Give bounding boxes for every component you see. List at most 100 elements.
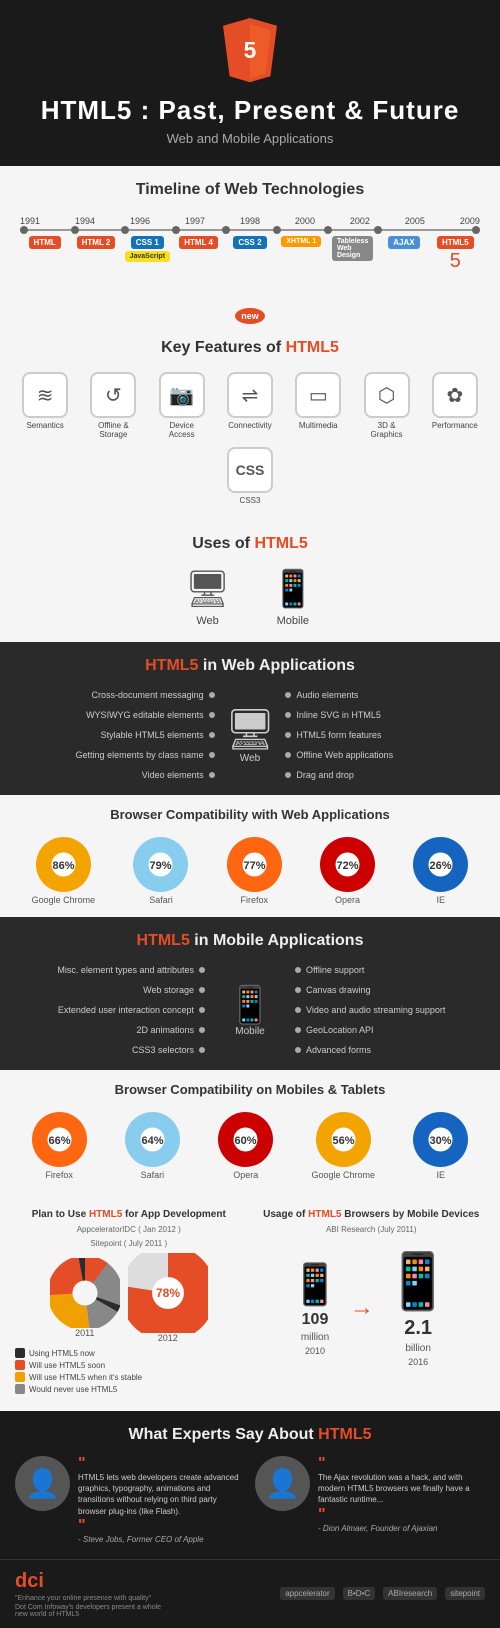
browser-compat-mobile-title: Browser Compatibility on Mobiles & Table… — [15, 1082, 485, 1097]
connectivity-icon: ⇌ — [227, 372, 273, 418]
web-feature-5: Video elements — [20, 770, 215, 780]
usage-title: Usage of HTML5 Browsers by Mobile Device… — [258, 1209, 486, 1220]
quote2-end-icon: " — [318, 1506, 485, 1524]
firefox-icon: 77% — [227, 837, 282, 892]
plan-usage-section: Plan to Use HTML5 for App Development Ap… — [0, 1192, 500, 1411]
web-apps-section: HTML5 in Web Applications Cross-document… — [0, 642, 500, 795]
feature-connectivity: ⇌ Connectivity — [224, 372, 276, 439]
svg-text:60%: 60% — [235, 1135, 257, 1147]
semantics-icon: ≋ — [22, 372, 68, 418]
web-feature-r1: Audio elements — [285, 690, 480, 700]
tag-html4: HTML 4 — [179, 236, 218, 249]
svg-text:5: 5 — [244, 37, 257, 63]
year-2005: 2005 — [405, 216, 425, 226]
legend-item-2: Will use HTML5 soon — [15, 1360, 243, 1370]
legend-color-3 — [15, 1372, 25, 1382]
mobile-center: 📱 Mobile — [210, 984, 290, 1037]
browser-compat-web-section: Browser Compatibility with Web Applicati… — [0, 795, 500, 917]
key-features-section: new Key Features of HTML5 ≋ Semantics ↺ … — [0, 291, 500, 525]
pie-2012-year: 2012 — [158, 1333, 178, 1343]
browser-safari-mobile: 64% Safari — [125, 1112, 180, 1180]
device-access-icon: 📷 — [159, 372, 205, 418]
usage-col: Usage of HTML5 Browsers by Mobile Device… — [253, 1204, 491, 1399]
svg-text:56%: 56% — [332, 1135, 354, 1147]
footer: dci "Enhance your online presence with q… — [0, 1559, 500, 1628]
brand-bdc: B•D•C — [343, 1587, 376, 1600]
web-feature-r2: Inline SVG in HTML5 — [285, 710, 480, 720]
browser-opera-mobile: 60% Opera — [218, 1112, 273, 1180]
tag-ajax: AJAX — [388, 236, 419, 249]
feature-3d-graphics-label: 3D & Graphics — [361, 421, 413, 439]
legend-item-3: Will use HTML5 when it's stable — [15, 1372, 243, 1382]
experts-title: What Experts Say About HTML5 — [15, 1426, 485, 1444]
quote-start-icon: " — [78, 1456, 245, 1472]
performance-icon: ✿ — [432, 372, 478, 418]
header-title: HTML5 : Past, Present & Future — [10, 95, 490, 126]
legend-color-1 — [15, 1348, 25, 1358]
mobile-feature-r2: Canvas drawing — [295, 985, 480, 995]
mobile-feature-4: 2D animations — [20, 1025, 205, 1035]
opera-mobile-name: Opera — [233, 1170, 258, 1180]
expert-almaer: 👤 " The Ajax revolution was a hack, and … — [255, 1456, 485, 1544]
svg-text:66%: 66% — [48, 1135, 70, 1147]
plan-usage-row: Plan to Use HTML5 for App Development Ap… — [10, 1204, 490, 1399]
multimedia-icon: ▭ — [295, 372, 341, 418]
use-web: 🖥 Web — [185, 568, 231, 627]
feature-multimedia: ▭ Multimedia — [292, 372, 344, 439]
web-feature-1: Cross-document messaging — [20, 690, 215, 700]
plan-col: Plan to Use HTML5 for App Development Ap… — [10, 1204, 248, 1399]
dci-logo: dci — [15, 1570, 165, 1593]
almaer-quote: The Ajax revolution was a hack, and with… — [318, 1472, 485, 1506]
browser-bars-web: 86% Google Chrome 79% Safari 77% Firefox — [15, 837, 485, 905]
web-feature-3: Stylable HTML5 elements — [20, 730, 215, 740]
tag-html5: HTML5 — [437, 236, 474, 249]
brand-sitepoint: sitepoint — [445, 1587, 485, 1600]
feature-performance: ✿ Performance — [429, 372, 481, 439]
year-2009: 2009 — [460, 216, 480, 226]
browser-ie-mobile: 30% IE — [413, 1112, 468, 1180]
experts-row: 👤 " HTML5 lets web developers create adv… — [15, 1456, 485, 1544]
opera-web-name: Opera — [335, 895, 360, 905]
pie-2011-year: 2011 — [75, 1328, 94, 1338]
chrome-icon: 86% — [36, 837, 91, 892]
web-feature-r4: Offline Web applications — [285, 750, 480, 760]
svg-text:79%: 79% — [150, 860, 172, 872]
experts-section: What Experts Say About HTML5 👤 " HTML5 l… — [0, 1411, 500, 1559]
feature-performance-label: Performance — [432, 421, 478, 430]
firefox-mobile-icon: 66% — [32, 1112, 87, 1167]
year-1997: 1997 — [185, 216, 205, 226]
safari-icon: 79% — [133, 837, 188, 892]
quote2-start-icon: " — [318, 1456, 485, 1472]
phone-2010: 📱 109 million 2010 — [290, 1261, 340, 1356]
chrome-web-name: Google Chrome — [32, 895, 96, 905]
browser-chrome-web: 86% Google Chrome — [32, 837, 96, 905]
svg-text:30%: 30% — [430, 1135, 452, 1147]
jobs-avatar: 👤 — [15, 1456, 70, 1511]
brand-abi: ABIresearch — [383, 1587, 437, 1600]
offline-storage-icon: ↺ — [90, 372, 136, 418]
new-badge: new — [235, 308, 265, 324]
web-apps-left: Cross-document messaging WYSIWYG editabl… — [20, 690, 215, 780]
legend-color-4 — [15, 1384, 25, 1394]
web-feature-4: Getting elements by class name — [20, 750, 215, 760]
firefox-mobile-name: Firefox — [45, 1170, 73, 1180]
mobile-phone-center-icon: 📱 — [228, 984, 273, 1026]
tag-tableless: TablelessWebDesign — [332, 236, 373, 261]
feature-connectivity-label: Connectivity — [228, 421, 272, 430]
expert-jobs: 👤 " HTML5 lets web developers create adv… — [15, 1456, 245, 1544]
year-2002: 2002 — [350, 216, 370, 226]
footer-tagline: "Enhance your online presence with quali… — [15, 1595, 165, 1602]
feature-semantics-label: Semantics — [26, 421, 63, 430]
year-1996: 1996 — [130, 216, 150, 226]
browser-firefox-mobile: 66% Firefox — [32, 1112, 87, 1180]
svg-text:72%: 72% — [337, 860, 359, 872]
feature-device-access: 📷 Device Access — [156, 372, 208, 439]
use-mobile: 📱 Mobile — [270, 568, 315, 627]
legend-item-4: Would never use HTML5 — [15, 1384, 243, 1394]
chrome-mobile-name: Google Chrome — [311, 1170, 375, 1180]
use-mobile-label: Mobile — [277, 615, 309, 627]
quote-end-icon: " — [78, 1517, 245, 1535]
pie-2012: 78% — [128, 1253, 208, 1333]
footer-brands: appcelerator B•D•C ABIresearch sitepoint — [280, 1587, 485, 1600]
phone-2010-unit: million — [301, 1332, 329, 1343]
